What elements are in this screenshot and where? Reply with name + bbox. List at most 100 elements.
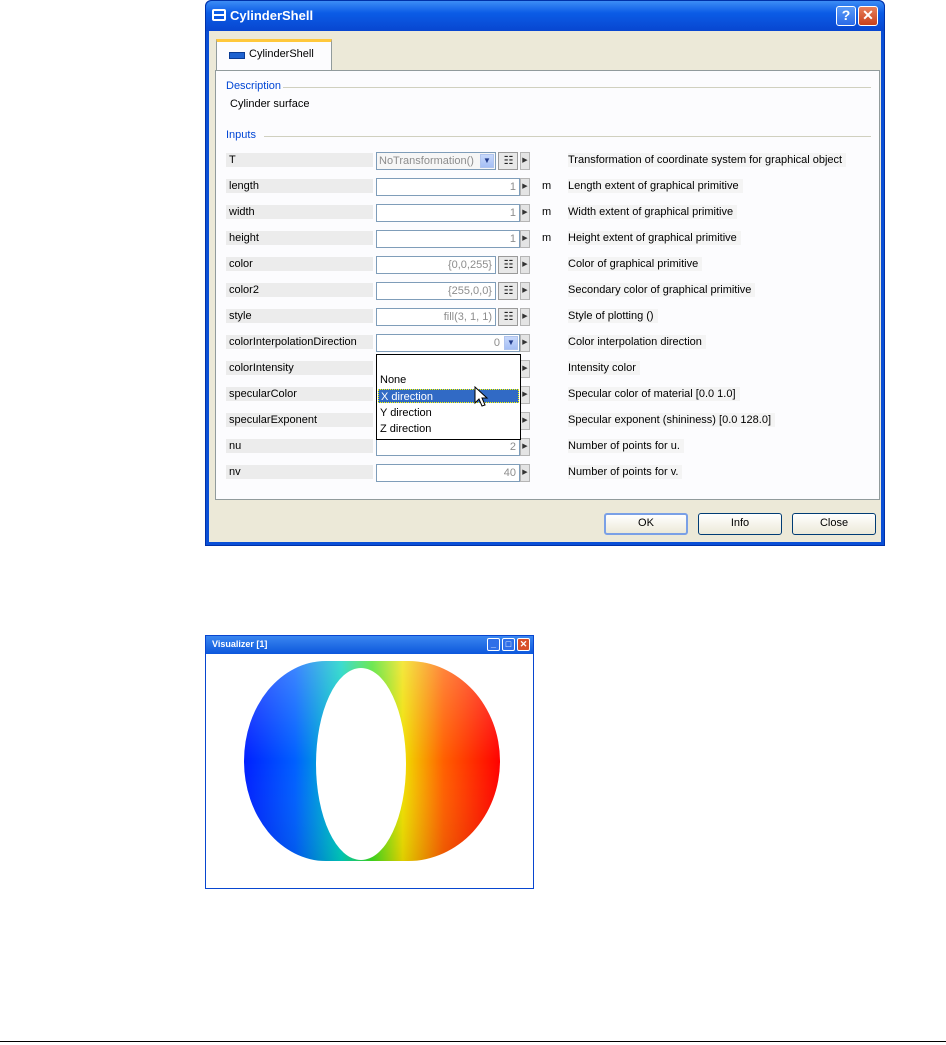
param-value: 0 — [493, 337, 500, 349]
param-menu-button[interactable]: ▶ — [520, 152, 530, 170]
param-name: color2 — [226, 283, 373, 297]
edit-record-button[interactable]: ☷ — [498, 282, 518, 300]
description-heading: Description — [226, 80, 284, 92]
chevron-down-icon[interactable]: ▼ — [504, 336, 518, 350]
param-menu-button[interactable]: ▶ — [520, 438, 530, 456]
param-name: color — [226, 257, 373, 271]
param-row-nu: nu 2 ▶ Number of points for u. — [216, 437, 881, 457]
param-name: T — [226, 153, 373, 167]
param-row-color2: color2 {255,0,0} ☷ ▶ Secondary color of … — [216, 281, 881, 301]
param-height-input[interactable]: 1 — [376, 230, 520, 248]
close-icon[interactable]: ✕ — [517, 638, 530, 651]
param-description: Specular exponent (shininess) [0.0 128.0… — [568, 413, 776, 427]
page-divider — [0, 1041, 946, 1042]
param-row-width: width 1 ▶ m Width extent of graphical pr… — [216, 203, 881, 223]
description-divider — [276, 87, 871, 88]
close-window-button[interactable]: ✕ — [858, 6, 878, 26]
param-menu-button[interactable]: ▶ — [520, 256, 530, 274]
param-description: Height extent of graphical primitive — [568, 231, 741, 245]
window-icon — [212, 9, 226, 21]
param-menu-button[interactable]: ▶ — [520, 464, 530, 482]
param-name: nv — [226, 465, 373, 479]
parameter-panel: Description Cylinder surface Inputs T No… — [215, 70, 880, 500]
minimize-icon[interactable]: _ — [487, 638, 500, 651]
param-description: Transformation of coordinate system for … — [568, 153, 847, 167]
mouse-pointer-icon — [474, 386, 489, 407]
description-text: Cylinder surface — [230, 98, 310, 110]
param-name: width — [226, 205, 373, 219]
param-row-height: height 1 ▶ m Height extent of graphical … — [216, 229, 881, 249]
param-row-specularExponent: specularExponent ▶ Specular exponent (sh… — [216, 411, 881, 431]
param-unit: m — [542, 180, 552, 192]
param-row-T: T NoTransformation() ▼ ☷ ▶ Transformatio… — [216, 151, 881, 171]
param-row-colorIntensity: colorIntensity ▶ Intensity color — [216, 359, 881, 379]
param-menu-button[interactable]: ▶ — [520, 412, 530, 430]
param-row-colorInterpolationDirection: colorInterpolationDirection 0 ▼ ▶ Color … — [216, 333, 881, 353]
tab-cylindershell[interactable]: CylinderShell — [216, 39, 332, 71]
edit-record-button[interactable]: ☷ — [498, 256, 518, 274]
param-name: style — [226, 309, 373, 323]
visualizer-title: Visualizer [1] — [212, 639, 268, 649]
param-description: Number of points for u. — [568, 439, 684, 453]
param-width-input[interactable]: 1 — [376, 204, 520, 222]
param-style-input[interactable]: fill(3, 1, 1) — [376, 308, 496, 326]
param-value: NoTransformation() — [379, 155, 474, 167]
param-T-combo[interactable]: NoTransformation() ▼ — [376, 152, 496, 170]
param-unit: m — [542, 232, 552, 244]
cylinder-render — [244, 661, 500, 861]
param-name: specularExponent — [226, 413, 373, 427]
param-colorInterpolationDirection-combo[interactable]: 0 ▼ — [376, 334, 520, 352]
param-menu-button[interactable]: ▶ — [520, 334, 530, 352]
param-length-input[interactable]: 1 — [376, 178, 520, 196]
dropdown-option-x-direction[interactable]: X direction — [378, 389, 519, 403]
dropdown-option-z-direction[interactable]: Z direction — [378, 422, 519, 436]
help-button[interactable]: ? — [836, 6, 856, 26]
visualizer-window: Visualizer [1] _ □ ✕ — [205, 635, 534, 889]
param-description: Specular color of material [0.0 1.0] — [568, 387, 740, 401]
component-icon — [229, 52, 245, 59]
param-row-specularColor: specularColor ▶ Specular color of materi… — [216, 385, 881, 405]
dropdown-option-none[interactable]: None — [378, 373, 519, 387]
param-row-nv: nv 40 ▶ Number of points for v. — [216, 463, 881, 483]
param-row-length: length 1 ▶ m Length extent of graphical … — [216, 177, 881, 197]
param-description: Length extent of graphical primitive — [568, 179, 743, 193]
param-name: colorInterpolationDirection — [226, 335, 373, 349]
tab-label: CylinderShell — [249, 48, 314, 60]
param-description: Secondary color of graphical primitive — [568, 283, 756, 297]
param-menu-button[interactable]: ▶ — [520, 386, 530, 404]
param-nu-input[interactable]: 2 — [376, 438, 520, 456]
param-menu-button[interactable]: ▶ — [520, 282, 530, 300]
param-menu-button[interactable]: ▶ — [520, 230, 530, 248]
param-name: height — [226, 231, 373, 245]
dropdown-option-y-direction[interactable]: Y direction — [378, 406, 519, 420]
info-button[interactable]: Info — [698, 513, 782, 535]
param-nv-input[interactable]: 40 — [376, 464, 520, 482]
param-description: Color interpolation direction — [568, 335, 706, 349]
visualizer-titlebar[interactable]: Visualizer [1] _ □ ✕ — [206, 636, 533, 654]
maximize-icon[interactable]: □ — [502, 638, 515, 651]
close-button[interactable]: Close — [792, 513, 876, 535]
param-name: length — [226, 179, 373, 193]
param-color2-input[interactable]: {255,0,0} — [376, 282, 496, 300]
param-row-style: style fill(3, 1, 1) ☷ ▶ Style of plottin… — [216, 307, 881, 327]
param-description: Style of plotting () — [568, 309, 658, 323]
param-color-input[interactable]: {0,0,255} — [376, 256, 496, 274]
param-menu-button[interactable]: ▶ — [520, 360, 530, 378]
param-description: Width extent of graphical primitive — [568, 205, 738, 219]
edit-record-button[interactable]: ☷ — [498, 152, 518, 170]
param-description: Color of graphical primitive — [568, 257, 703, 271]
interpolation-dropdown-list: None X direction Y direction Z direction — [376, 354, 521, 440]
param-description: Number of points for v. — [568, 465, 683, 479]
inputs-divider — [264, 136, 871, 137]
edit-record-button[interactable]: ☷ — [498, 308, 518, 326]
param-menu-button[interactable]: ▶ — [520, 308, 530, 326]
param-unit: m — [542, 206, 552, 218]
ok-button[interactable]: OK — [604, 513, 688, 535]
param-menu-button[interactable]: ▶ — [520, 178, 530, 196]
chevron-down-icon[interactable]: ▼ — [480, 154, 494, 168]
dialog-titlebar[interactable]: CylinderShell ? ✕ — [206, 1, 884, 31]
param-name: colorIntensity — [226, 361, 373, 375]
dialog-title: CylinderShell — [230, 8, 314, 23]
param-menu-button[interactable]: ▶ — [520, 204, 530, 222]
param-row-color: color {0,0,255} ☷ ▶ Color of graphical p… — [216, 255, 881, 275]
